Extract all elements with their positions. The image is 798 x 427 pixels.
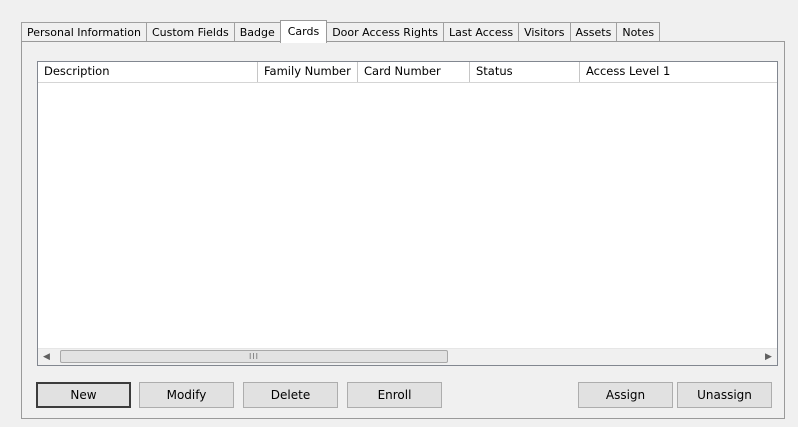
tab-notes[interactable]: Notes xyxy=(616,22,661,42)
tab-door-access-rights[interactable]: Door Access Rights xyxy=(326,22,445,42)
tab-custom-fields[interactable]: Custom Fields xyxy=(145,22,235,42)
enroll-button[interactable]: Enroll xyxy=(347,382,442,408)
cards-list[interactable]: Description Family Number Card Number St… xyxy=(37,61,778,366)
scrollbar-thumb[interactable]: III xyxy=(60,350,448,363)
tab-cards[interactable]: Cards xyxy=(279,20,328,43)
column-header-access-level-1[interactable]: Access Level 1 xyxy=(580,62,777,82)
scroll-right-arrow-icon[interactable]: ▶ xyxy=(760,349,777,365)
delete-button[interactable]: Delete xyxy=(243,382,338,408)
list-header: Description Family Number Card Number St… xyxy=(38,62,777,83)
horizontal-scrollbar[interactable]: ◀ III ▶ xyxy=(38,348,777,365)
column-header-family-number[interactable]: Family Number xyxy=(258,62,358,82)
column-header-status[interactable]: Status xyxy=(470,62,580,82)
tab-assets[interactable]: Assets xyxy=(569,22,618,42)
column-header-description[interactable]: Description xyxy=(38,62,258,82)
tab-strip: Personal Information Custom Fields Badge… xyxy=(21,19,661,43)
cards-tab-page: Description Family Number Card Number St… xyxy=(21,41,785,419)
tab-personal-information[interactable]: Personal Information xyxy=(21,22,147,42)
tab-last-access[interactable]: Last Access xyxy=(443,22,520,42)
unassign-button[interactable]: Unassign xyxy=(677,382,772,408)
tab-badge[interactable]: Badge xyxy=(233,22,281,42)
new-button[interactable]: New xyxy=(36,382,131,408)
assign-button[interactable]: Assign xyxy=(578,382,673,408)
scroll-left-arrow-icon[interactable]: ◀ xyxy=(38,349,55,365)
column-header-card-number[interactable]: Card Number xyxy=(358,62,470,82)
tab-visitors[interactable]: Visitors xyxy=(518,22,571,42)
modify-button[interactable]: Modify xyxy=(139,382,234,408)
